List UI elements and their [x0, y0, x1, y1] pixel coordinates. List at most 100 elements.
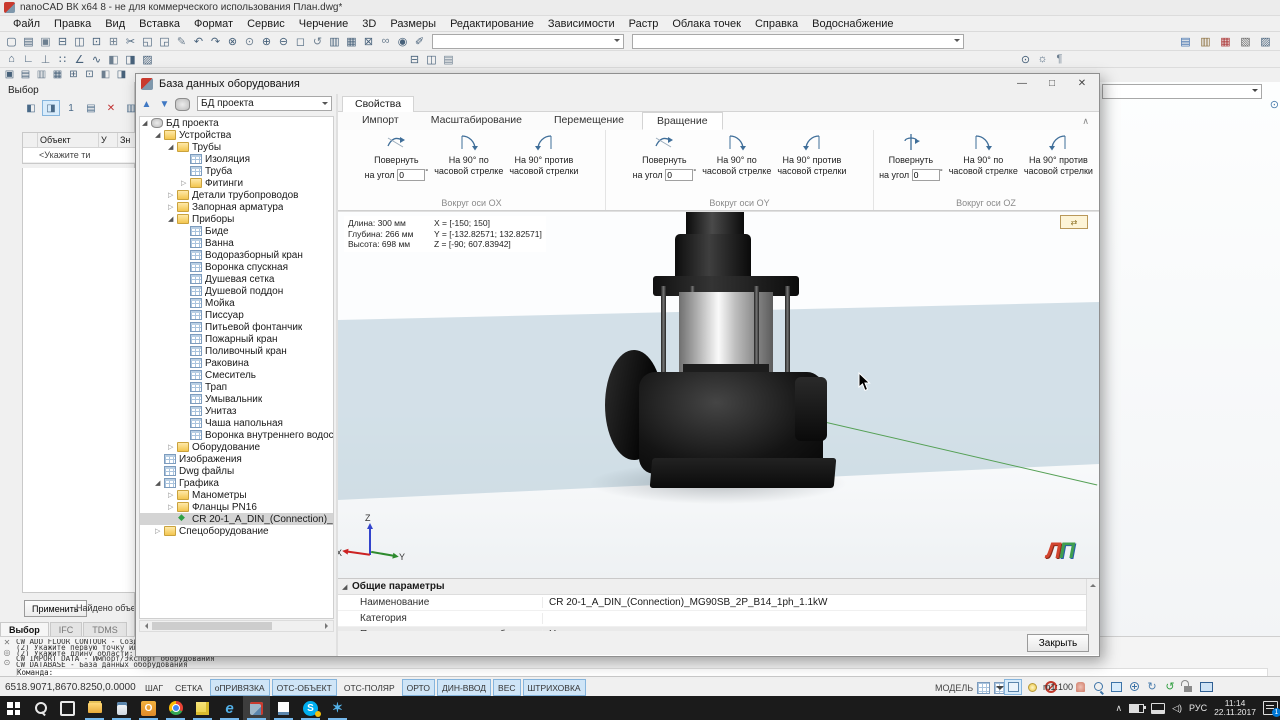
- orbit-icon[interactable]: ↻: [1145, 680, 1159, 693]
- selection-table-body[interactable]: [22, 168, 136, 593]
- tree-expander-icon[interactable]: [168, 503, 177, 511]
- rotate-cw-oz-button[interactable]: На 90° по часовой стрелке: [947, 132, 1020, 182]
- toggle-grid[interactable]: СЕТКА: [170, 679, 208, 696]
- tree-expander-icon[interactable]: [168, 143, 177, 151]
- tree-item[interactable]: Биде: [140, 225, 333, 237]
- drawing-canvas[interactable]: ⊙: [1100, 82, 1280, 656]
- properties-group-header[interactable]: Общие параметры: [338, 579, 1099, 595]
- toggle-dyn-input[interactable]: ДИН-ВВОД: [437, 679, 491, 696]
- tree-expander-icon[interactable]: [142, 119, 151, 127]
- panel-tab[interactable]: IFC: [50, 622, 83, 637]
- tree-expander-icon[interactable]: [168, 215, 177, 223]
- sheet-set-icon[interactable]: ▤: [440, 52, 457, 67]
- close-icon[interactable]: ✕: [1067, 74, 1097, 93]
- tree-item[interactable]: БД проекта: [140, 117, 333, 129]
- rotate-cw-oy-button[interactable]: На 90° по часовой стрелке: [700, 132, 773, 182]
- property-row[interactable]: Наименование CR 20-1_A_DIN_(Connection)_…: [338, 595, 1099, 611]
- ucs-icon[interactable]: ∟: [20, 52, 37, 67]
- rotate-angle-ox-button[interactable]: Повернуть на угол °: [363, 132, 431, 182]
- tree-item[interactable]: Чаша напольная: [140, 417, 333, 429]
- image-icon[interactable]: ◧: [98, 68, 113, 81]
- tree-item[interactable]: Изоляция: [140, 153, 333, 165]
- tree-item[interactable]: Смеситель: [140, 369, 333, 381]
- tree-item[interactable]: Фланцы PN16: [140, 501, 333, 513]
- database-combo[interactable]: БД проекта: [197, 96, 332, 111]
- zoom-prev-icon[interactable]: ↺: [309, 34, 326, 49]
- tree-item[interactable]: Унитаз: [140, 405, 333, 417]
- settings-app-icon[interactable]: ✶: [324, 696, 351, 720]
- volume-icon[interactable]: ◁): [1172, 703, 1182, 714]
- tree-item[interactable]: Изображения: [140, 453, 333, 465]
- tree-item[interactable]: Ванна: [140, 237, 333, 249]
- skype-icon[interactable]: S: [297, 696, 324, 720]
- tree-item[interactable]: Мойка: [140, 297, 333, 309]
- tree-expander-icon[interactable]: [168, 203, 177, 211]
- tree-item[interactable]: Устройства: [140, 129, 333, 141]
- tree-item[interactable]: Dwg файлы: [140, 465, 333, 477]
- db-file-icon[interactable]: ▨: [1257, 34, 1274, 49]
- fields-icon[interactable]: ⊠: [360, 34, 377, 49]
- menu-item[interactable]: Правка: [47, 17, 98, 31]
- menu-item[interactable]: Справка: [748, 17, 805, 31]
- move-up-icon[interactable]: ▲: [139, 97, 154, 112]
- selection-table-row[interactable]: <Укажите ти: [23, 148, 135, 163]
- menu-item[interactable]: 3D: [355, 17, 383, 31]
- tree-expander-icon[interactable]: [168, 443, 177, 451]
- rotate-angle-oy-button[interactable]: Повернуть на угол °: [631, 132, 699, 182]
- zoom-in-icon[interactable]: ⊕: [258, 34, 275, 49]
- tree-item[interactable]: Раковина: [140, 357, 333, 369]
- osnap2-icon[interactable]: ◨: [114, 68, 129, 81]
- water-supply-combo[interactable]: [1102, 84, 1262, 99]
- format-brush-icon[interactable]: ✎: [173, 34, 190, 49]
- tree-item[interactable]: Пожарный кран: [140, 333, 333, 345]
- task-view-button[interactable]: [54, 696, 81, 720]
- visual-style-button[interactable]: [1004, 679, 1022, 695]
- fullscreen-icon[interactable]: [1199, 680, 1213, 693]
- viewport-anchor-icon[interactable]: ⇄: [1060, 215, 1088, 229]
- plot-icon[interactable]: ⊡: [88, 34, 105, 49]
- zoom-out-icon[interactable]: ⊖: [275, 34, 292, 49]
- tree-item[interactable]: Питьевой фонтанчик: [140, 321, 333, 333]
- tree-item[interactable]: Детали трубопроводов: [140, 189, 333, 201]
- copy-mode-icon[interactable]: ◧: [105, 52, 122, 67]
- group-icon[interactable]: ▥: [34, 68, 49, 81]
- command-history-icon[interactable]: ◎: [4, 649, 11, 657]
- menu-item[interactable]: Вставка: [132, 17, 187, 31]
- model-space-label[interactable]: МОДЕЛЬ: [935, 683, 973, 693]
- search-button[interactable]: [27, 696, 54, 720]
- copy-icon[interactable]: ◱: [139, 34, 156, 49]
- tree-item[interactable]: Манометры: [140, 489, 333, 501]
- property-row[interactable]: Категория: [338, 611, 1099, 627]
- rotate-ccw-oz-button[interactable]: На 90° против часовой стрелки: [1022, 132, 1095, 182]
- menu-item[interactable]: Формат: [187, 17, 240, 31]
- tree-expander-icon[interactable]: [155, 527, 164, 535]
- chrome-icon[interactable]: [162, 696, 189, 720]
- menu-item[interactable]: Сервис: [240, 17, 292, 31]
- maximize-button[interactable]: □: [1037, 74, 1067, 93]
- rotate-angle-oz-button[interactable]: Повернуть на угол °: [877, 132, 945, 182]
- style-combo[interactable]: [432, 34, 624, 49]
- pan-hand-icon[interactable]: [1073, 680, 1087, 693]
- ribbon-collapse-icon[interactable]: ∧: [1082, 116, 1089, 127]
- toggle-ortho[interactable]: ОРТО: [402, 679, 435, 696]
- menu-item[interactable]: Водоснабжение: [805, 17, 900, 31]
- tree-item[interactable]: CR 20-1_A_DIN_(Connection)_MG90SB_: [140, 513, 333, 525]
- new-file-icon[interactable]: ▢: [3, 34, 20, 49]
- paste-mode-icon[interactable]: ◨: [122, 52, 139, 67]
- move-down-icon[interactable]: ▼: [157, 97, 172, 112]
- workspace-icon[interactable]: ⌂: [3, 52, 20, 67]
- redo-icon[interactable]: ↷: [207, 34, 224, 49]
- lighting-button[interactable]: [1023, 679, 1041, 695]
- clear-selection-icon[interactable]: ✕: [102, 100, 120, 116]
- zoom-window-icon[interactable]: ◻: [292, 34, 309, 49]
- spline-edit-icon[interactable]: ∿: [88, 52, 105, 67]
- menu-item[interactable]: Файл: [6, 17, 47, 31]
- viewport-icon[interactable]: ⊡: [82, 68, 97, 81]
- tree-expander-icon[interactable]: [168, 491, 177, 499]
- xref-icon[interactable]: ▤: [18, 68, 33, 81]
- grid-settings-icon[interactable]: ∷: [54, 52, 71, 67]
- count-icon[interactable]: 1: [62, 100, 80, 116]
- tree-item[interactable]: Воронка спускная: [140, 261, 333, 273]
- toggle-step[interactable]: ШАГ: [140, 679, 168, 696]
- tree-item[interactable]: Писсуар: [140, 309, 333, 321]
